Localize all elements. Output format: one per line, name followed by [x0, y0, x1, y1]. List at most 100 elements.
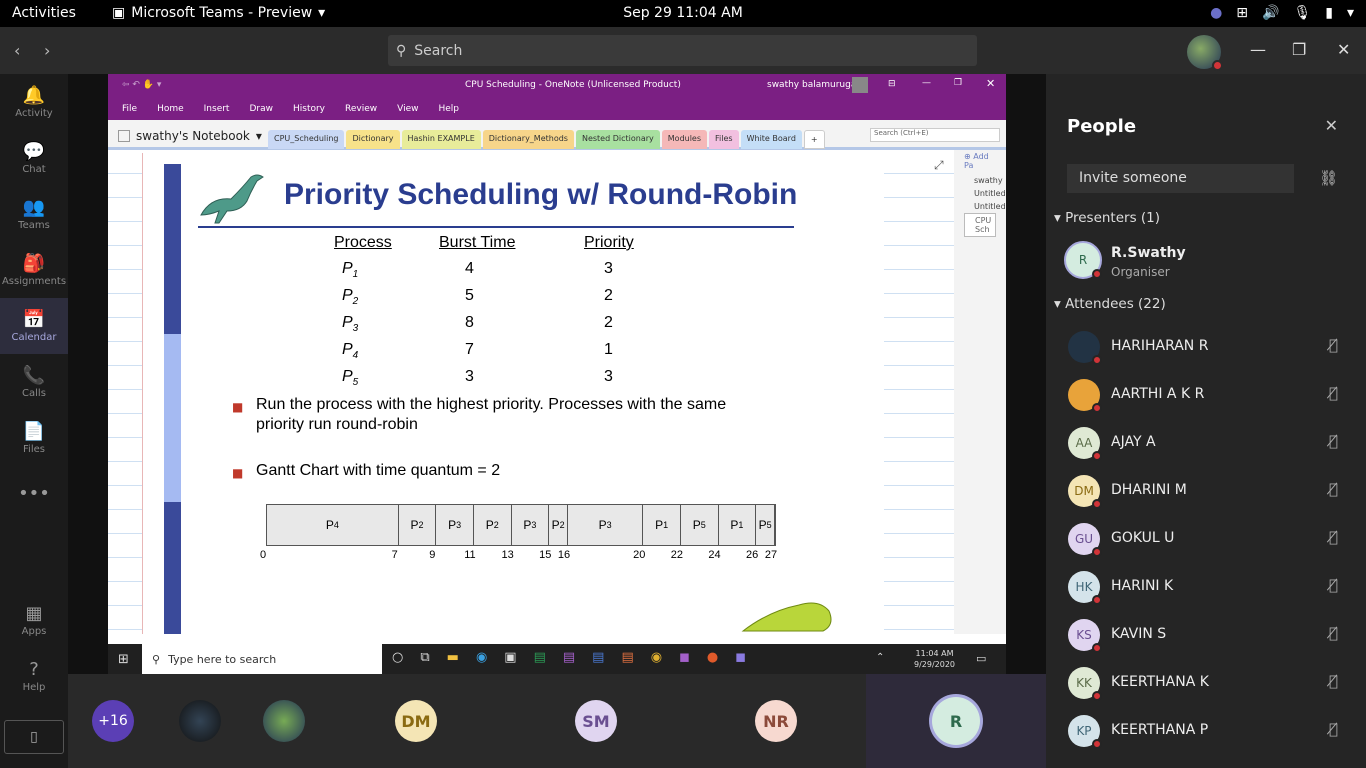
- menu-item-history[interactable]: History: [293, 104, 325, 114]
- menu-item-help[interactable]: Help: [439, 104, 460, 114]
- invite-input[interactable]: Invite someone: [1067, 164, 1294, 193]
- menu-item-view[interactable]: View: [397, 104, 418, 114]
- close-icon[interactable]: ✕: [1337, 40, 1350, 59]
- rail-item-help[interactable]: ? Help: [0, 648, 68, 704]
- expand-icon[interactable]: ⤢: [934, 158, 944, 173]
- quick-access-icons[interactable]: ⇦ ↶ ✋ ▾: [122, 80, 161, 90]
- rail-item-more[interactable]: •••: [0, 466, 68, 522]
- add-page-button[interactable]: ⊕ Add Pa: [954, 150, 1006, 172]
- minimize-icon[interactable]: —: [922, 78, 931, 88]
- access-icon[interactable]: ▤: [621, 650, 633, 665]
- mic-off-icon[interactable]: 🎙̸: [1329, 528, 1338, 546]
- mic-off-icon[interactable]: 🎙̸: [1329, 384, 1338, 402]
- forward-icon[interactable]: ›: [44, 41, 50, 60]
- device-icon[interactable]: ▯: [4, 720, 64, 754]
- rail-item-apps[interactable]: ▦ Apps: [0, 592, 68, 648]
- attendee-row[interactable]: DM DHARINI M 🎙̸: [1046, 467, 1366, 515]
- search-input[interactable]: ⚲ Search: [388, 35, 977, 66]
- microphone-icon[interactable]: 🎙: [1293, 5, 1311, 21]
- user-avatar[interactable]: [852, 77, 868, 93]
- task-view-icon[interactable]: ⧉: [420, 650, 429, 665]
- menu-item-insert[interactable]: Insert: [204, 104, 230, 114]
- attendee-row[interactable]: KP KEERTHANA P 🎙̸: [1046, 707, 1366, 755]
- notification-icon[interactable]: ▭: [976, 652, 986, 665]
- video-tile[interactable]: [158, 674, 242, 768]
- section-tab[interactable]: Dictionary_Methods: [482, 130, 574, 149]
- rail-item-calendar[interactable]: 📅 Calendar: [0, 298, 68, 354]
- participant-tile[interactable]: DM: [326, 674, 506, 768]
- activities-button[interactable]: Activities: [12, 5, 76, 21]
- notebook-selector[interactable]: swathy's Notebook ▾: [118, 129, 262, 143]
- network-icon[interactable]: ⊞: [1236, 5, 1248, 21]
- mic-off-icon[interactable]: 🎙̸: [1329, 480, 1338, 498]
- mic-off-icon[interactable]: 🎙̸: [1329, 672, 1338, 690]
- rail-item-assignments[interactable]: 🎒 Assignments: [0, 242, 68, 298]
- attendee-row[interactable]: AARTHI A K R 🎙̸: [1046, 371, 1366, 419]
- onenote-search-input[interactable]: Search (Ctrl+E): [870, 128, 1000, 142]
- attendee-row[interactable]: KK KEERTHANA K 🎙̸: [1046, 659, 1366, 707]
- page-list-item[interactable]: CPU Sch: [964, 213, 996, 237]
- add-section-icon[interactable]: +: [803, 130, 825, 149]
- close-icon[interactable]: ✕: [986, 77, 995, 90]
- rail-item-files[interactable]: 📄 Files: [0, 410, 68, 466]
- system-tray[interactable]: ● ⊞ 🔊 🎙 ▮ ▾: [1210, 5, 1354, 21]
- rail-item-chat[interactable]: 💬 Chat: [0, 130, 68, 186]
- section-tab[interactable]: Modules: [661, 130, 708, 149]
- attendee-row[interactable]: AA AJAY A 🎙̸: [1046, 419, 1366, 467]
- rail-item-calls[interactable]: 📞 Calls: [0, 354, 68, 410]
- section-tab[interactable]: CPU_Scheduling: [268, 130, 345, 149]
- section-tab[interactable]: Dictionary: [346, 130, 400, 149]
- menu-item-home[interactable]: Home: [157, 104, 184, 114]
- attendee-row[interactable]: KS KAVIN S 🎙̸: [1046, 611, 1366, 659]
- chevron-down-icon[interactable]: ▾: [1347, 5, 1354, 21]
- onenote-user[interactable]: swathy balamurugan: [767, 80, 862, 90]
- battery-icon[interactable]: ▮: [1325, 5, 1333, 21]
- avatar[interactable]: [1187, 35, 1223, 71]
- participant-tile[interactable]: R: [866, 674, 1046, 768]
- section-tab[interactable]: White Board: [740, 130, 802, 149]
- mic-off-icon[interactable]: 🎙̸: [1329, 432, 1338, 450]
- teams-tray-icon[interactable]: ●: [1210, 5, 1222, 21]
- back-icon[interactable]: ‹: [14, 41, 20, 60]
- windows-start-icon[interactable]: ⊞: [118, 652, 129, 667]
- section-tab[interactable]: Files: [709, 130, 739, 149]
- attendee-row[interactable]: GU GOKUL U 🎙̸: [1046, 515, 1366, 563]
- page-list-item[interactable]: Untitled: [964, 187, 1006, 200]
- ribbon-display-icon[interactable]: ⊟: [888, 79, 896, 89]
- close-icon[interactable]: ✕: [1325, 116, 1338, 135]
- teams-taskbar-icon[interactable]: ◼: [735, 650, 746, 665]
- powerpoint-icon[interactable]: ●: [707, 650, 718, 665]
- app-menu[interactable]: ▣ Microsoft Teams - Preview ▾: [112, 5, 325, 21]
- windows-clock[interactable]: 11:04 AM 9/29/2020: [914, 648, 955, 670]
- mic-off-icon[interactable]: 🎙̸: [1329, 624, 1338, 642]
- video-tile[interactable]: [242, 674, 326, 768]
- menu-item-file[interactable]: File: [122, 104, 137, 114]
- page-list-item[interactable]: Untitled: [964, 200, 1006, 213]
- file-explorer-icon[interactable]: ▬: [447, 650, 459, 665]
- onenote-active-icon[interactable]: ◼: [679, 650, 690, 665]
- menu-item-draw[interactable]: Draw: [249, 104, 273, 114]
- edge-icon[interactable]: ◉: [476, 650, 487, 665]
- presenter-row[interactable]: R R.Swathy Organiser: [1046, 237, 1366, 285]
- windows-search-input[interactable]: ⚲ Type here to search: [142, 644, 382, 674]
- rail-item-activity[interactable]: 🔔 Activity: [0, 74, 68, 130]
- taskbar-apps[interactable]: ○ ⧉ ▬ ◉ ▣ ▤ ▤ ▤ ▤ ◉ ◼ ● ◼: [392, 650, 746, 665]
- word-icon[interactable]: ▤: [592, 650, 604, 665]
- cortana-icon[interactable]: ○: [392, 650, 403, 665]
- participant-tile[interactable]: NR: [686, 674, 866, 768]
- maximize-icon[interactable]: ❐: [1292, 40, 1306, 59]
- link-icon[interactable]: ⛓: [1319, 169, 1338, 187]
- section-tab[interactable]: Nested Dictionary: [575, 130, 660, 149]
- mic-off-icon[interactable]: 🎙̸: [1329, 576, 1338, 594]
- menu-item-review[interactable]: Review: [345, 104, 377, 114]
- chrome-icon[interactable]: ◉: [651, 650, 662, 665]
- excel-icon[interactable]: ▤: [534, 650, 546, 665]
- attendee-row[interactable]: HARIHARAN R 🎙̸: [1046, 323, 1366, 371]
- attendees-section[interactable]: ▾ Attendees (22): [1054, 296, 1166, 312]
- presenters-section[interactable]: ▾ Presenters (1): [1054, 210, 1160, 226]
- restore-icon[interactable]: ❐: [954, 78, 962, 88]
- mic-off-icon[interactable]: 🎙̸: [1329, 720, 1338, 738]
- page-list-item[interactable]: swathy: [964, 174, 1003, 187]
- overflow-tile[interactable]: +16: [68, 674, 158, 768]
- participant-tile[interactable]: SM: [506, 674, 686, 768]
